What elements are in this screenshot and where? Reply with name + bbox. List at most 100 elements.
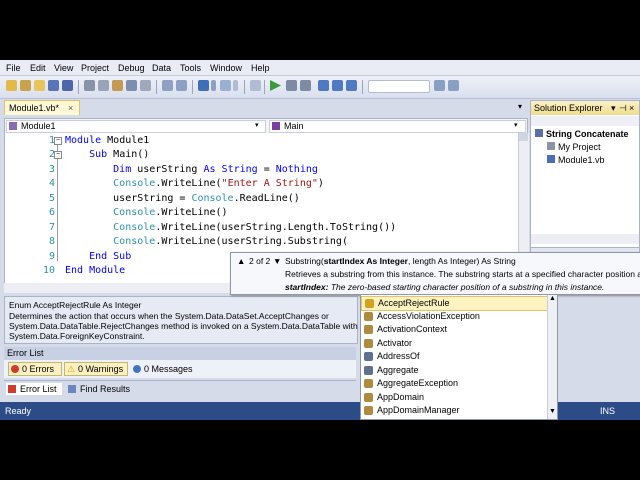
menu-data[interactable]: Data — [152, 63, 171, 73]
undo-icon[interactable] — [198, 80, 209, 91]
code-token: .WriteLine(userString.Substring( — [155, 236, 348, 247]
comment-icon[interactable] — [162, 80, 173, 91]
messages-filter-button[interactable]: 0 Messages — [130, 362, 198, 376]
step-out-icon[interactable] — [346, 80, 357, 91]
code-line[interactable]: Dim userString As String = Nothing — [65, 164, 318, 175]
menu-view[interactable]: View — [54, 63, 73, 73]
chevron-down-icon[interactable]: ▾ — [611, 103, 616, 114]
overload-counter: 2 of 2 — [249, 256, 271, 266]
undo-dropdown-icon[interactable] — [211, 80, 216, 91]
intellisense-list[interactable]: AcceptRejectRule AccessViolationException… — [360, 294, 558, 420]
status-text: Ready — [5, 406, 32, 416]
replace-icon[interactable] — [140, 80, 151, 91]
tree-item-my-project[interactable]: My Project — [547, 142, 601, 152]
code-token: .WriteLine() — [155, 207, 228, 218]
save-all-icon[interactable] — [62, 80, 73, 91]
collapse-sub-icon[interactable]: − — [54, 151, 62, 159]
menu-debug[interactable]: Debug — [118, 63, 145, 73]
intellisense-scrollbar[interactable]: ▲ ▼ — [547, 295, 557, 419]
toolbar-separator — [362, 80, 363, 94]
type-dropdown[interactable]: Module1 ▾ — [6, 120, 266, 133]
keyword-icon — [364, 365, 373, 375]
code-token: Console — [65, 222, 156, 233]
stop-icon[interactable] — [300, 80, 311, 91]
errors-filter-button[interactable]: 0 Errors — [8, 362, 62, 376]
close-icon[interactable]: × — [629, 103, 634, 113]
menu-project[interactable]: Project — [81, 63, 109, 73]
tab-error-list[interactable]: Error List — [6, 383, 62, 395]
warnings-count: 0 Warnings — [78, 364, 124, 374]
pin-icon[interactable]: ⊣ — [619, 103, 627, 114]
intellisense-item[interactable]: AddressOf — [361, 350, 547, 363]
tree-item-solution[interactable]: String Concatenate — [535, 129, 629, 139]
code-token: Main() — [113, 149, 150, 160]
new-project-icon[interactable] — [6, 80, 17, 91]
tab-module1[interactable]: Module1.vb* × — [4, 100, 80, 115]
find-icon[interactable] — [126, 80, 137, 91]
menu-edit[interactable]: Edit — [30, 63, 46, 73]
quick-info-line: System.Data.DataTable.RejectChanges meth… — [9, 321, 365, 331]
line-number: 9 — [48, 251, 55, 262]
close-tab-icon[interactable]: × — [68, 103, 73, 113]
intellisense-item[interactable]: AccessViolationException — [361, 310, 547, 323]
overload-up-icon[interactable]: ▲ — [237, 256, 245, 266]
code-line[interactable]: userString = Console.ReadLine() — [65, 193, 300, 204]
redo-icon[interactable] — [220, 80, 231, 91]
intellisense-item[interactable]: Aggregate — [361, 364, 547, 377]
chevron-down-icon[interactable]: ▾ — [514, 121, 518, 129]
intellisense-item[interactable]: ActivationContext — [361, 323, 547, 336]
warnings-filter-button[interactable]: ⚠ 0 Warnings — [64, 362, 128, 376]
split-editor-icon[interactable] — [519, 133, 528, 141]
tab-find-results[interactable]: Find Results — [66, 383, 132, 395]
save-icon[interactable] — [48, 80, 59, 91]
class-icon — [364, 406, 373, 415]
find-combo-icon[interactable] — [368, 80, 430, 93]
open-file-icon[interactable] — [34, 80, 45, 91]
overload-down-icon[interactable]: ▼ — [273, 256, 281, 266]
code-line[interactable]: Console.WriteLine("Enter A String") — [65, 178, 324, 189]
member-dropdown[interactable]: Main ▾ — [269, 120, 526, 133]
tree-item-module1[interactable]: Module1.vb — [547, 155, 605, 165]
copy-icon[interactable] — [98, 80, 109, 91]
menu-window[interactable]: Window — [210, 63, 242, 73]
code-line[interactable]: Sub Main() — [65, 149, 149, 160]
code-line[interactable]: Console.WriteLine(userString.Length.ToSt… — [65, 222, 396, 233]
class-icon — [364, 311, 373, 321]
properties-icon[interactable] — [448, 80, 459, 91]
code-line[interactable]: Console.WriteLine(userString.Substring( — [65, 236, 348, 247]
paste-icon[interactable] — [112, 80, 123, 91]
module-icon — [9, 122, 17, 130]
intellisense-item[interactable]: AppDomainManager — [361, 404, 547, 417]
solution-explorer-icon[interactable] — [434, 80, 445, 91]
step-into-icon[interactable] — [318, 80, 329, 91]
collapse-module-icon[interactable]: − — [54, 137, 62, 145]
code-line[interactable]: End Module — [65, 265, 125, 276]
uncomment-icon[interactable] — [176, 80, 187, 91]
start-debugging-icon[interactable] — [270, 80, 281, 91]
intellisense-item[interactable]: AggregateException — [361, 377, 547, 390]
menu-bar: File Edit View Project Debug Data Tools … — [0, 60, 640, 76]
menu-tools[interactable]: Tools — [180, 63, 201, 73]
solution-horizontal-scrollbar[interactable] — [531, 234, 639, 244]
intellisense-item[interactable]: Activator — [361, 337, 547, 350]
navigate-back-icon[interactable] — [250, 80, 261, 91]
scroll-up-icon[interactable]: ▲ — [549, 295, 556, 302]
step-over-icon[interactable] — [332, 80, 343, 91]
pause-icon[interactable] — [286, 80, 297, 91]
add-item-icon[interactable] — [20, 80, 31, 91]
chevron-down-icon[interactable]: ▾ — [255, 121, 259, 129]
type-dropdown-label: Module1 — [21, 121, 56, 131]
code-line[interactable]: Console.WriteLine() — [65, 207, 228, 218]
code-line[interactable]: Module Module1 — [65, 135, 149, 146]
menu-help[interactable]: Help — [251, 63, 270, 73]
intellisense-item[interactable]: AppDomain — [361, 391, 547, 404]
member-dropdown-label: Main — [284, 121, 304, 131]
code-line[interactable]: End Sub — [65, 251, 131, 262]
scroll-down-icon[interactable]: ▼ — [549, 408, 556, 415]
code-token: As String — [203, 164, 264, 175]
code-token: userString — [137, 164, 204, 175]
redo-dropdown-icon[interactable] — [233, 80, 238, 91]
cut-icon[interactable] — [84, 80, 95, 91]
menu-file[interactable]: File — [6, 63, 21, 73]
tab-dropdown-icon[interactable]: ▾ — [518, 102, 522, 111]
